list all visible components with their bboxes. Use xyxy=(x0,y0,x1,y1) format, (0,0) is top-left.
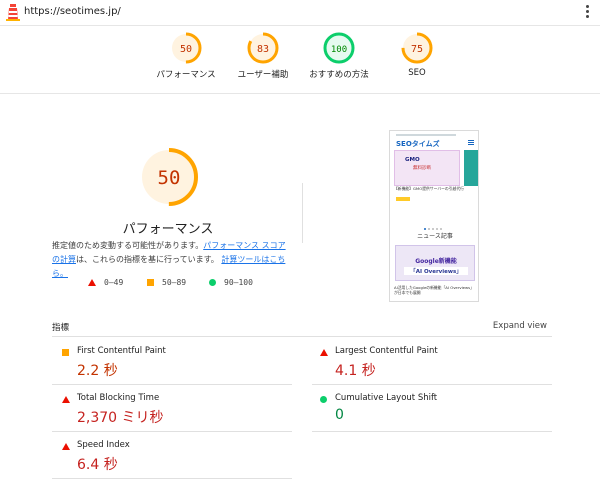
page-screenshot[interactable]: SEOタイムズ GMO 無料診断 【新機能】GMO提供サーバーの引越代行 ニュー… xyxy=(389,130,479,302)
divider xyxy=(52,431,292,432)
thumb-article-image: Google新機能 「AI Overviews」 xyxy=(395,245,475,281)
metric-value: 2,370 ミリ秒 xyxy=(77,410,164,426)
circle-icon xyxy=(209,279,216,286)
thumb-caption: 【新機能】GMO提供サーバーの引越代行 xyxy=(394,186,464,191)
top-bar: https://seotimes.jp/ xyxy=(0,0,600,26)
legend-fail: 0–49 xyxy=(88,278,123,287)
thumb-line xyxy=(396,134,456,136)
more-vert-icon[interactable] xyxy=(586,5,590,19)
divider xyxy=(52,384,292,385)
square-icon xyxy=(62,349,69,356)
metric-name: Cumulative Layout Shift xyxy=(335,393,438,403)
desc-text: 推定値のため変動する可能性があります。 xyxy=(52,241,204,250)
thumb-banner-main: GMO xyxy=(405,157,420,163)
thumb-image-sub: 「AI Overviews」 xyxy=(404,267,468,275)
triangle-icon xyxy=(88,279,96,286)
score-gauge: 75 xyxy=(401,32,433,64)
gauge-score: 50 xyxy=(180,44,192,55)
metric-value: 0 xyxy=(335,407,344,423)
legend-range: 0–49 xyxy=(104,278,124,287)
gauge-score: 50 xyxy=(158,167,181,189)
desc-text: は、これらの指標を基に行っています。 xyxy=(76,255,219,264)
gauge-score: 75 xyxy=(411,44,423,55)
thumb-banner: GMO 無料診断 xyxy=(394,150,460,186)
triangle-icon xyxy=(62,443,70,450)
score-gauge: 100 xyxy=(323,32,355,64)
gauge-best-practices[interactable]: 100 おすすめの方法 xyxy=(294,31,384,80)
divider xyxy=(302,183,303,243)
gauge-label: おすすめの方法 xyxy=(309,70,369,80)
thumb-tag xyxy=(396,197,410,201)
thumb-image-main: Google新機能 xyxy=(415,258,457,265)
legend-range: 90–100 xyxy=(224,278,253,287)
performance-title: パフォーマンス xyxy=(122,222,214,237)
thumb-side xyxy=(464,150,478,186)
hamburger-icon xyxy=(468,140,474,146)
metric-name: Speed Index xyxy=(77,440,130,450)
legend-pass: 90–100 xyxy=(209,278,253,287)
divider xyxy=(52,336,552,337)
triangle-icon xyxy=(320,349,328,356)
metrics-heading: 指標 xyxy=(52,323,70,333)
gauge-score: 83 xyxy=(257,44,269,55)
lighthouse-icon xyxy=(6,4,20,21)
divider xyxy=(312,384,552,385)
thumb-banner-sub: 無料診断 xyxy=(413,166,431,171)
legend-average: 50–89 xyxy=(147,278,186,287)
metric-name: Largest Contentful Paint xyxy=(335,346,438,356)
metric-value: 4.1 秒 xyxy=(335,363,376,379)
expand-view-toggle[interactable]: Expand view xyxy=(493,321,547,331)
score-summary: 50 パフォーマンス 83 ユーザー補助 100 おすすめの方法 75 SEO xyxy=(0,26,600,94)
page-url: https://seotimes.jp/ xyxy=(24,6,121,17)
performance-description: 推定値のため変動する可能性があります。パフォーマンス スコアの計算は、これらの指… xyxy=(52,239,288,281)
metric-name: First Contentful Paint xyxy=(77,346,166,356)
square-icon xyxy=(147,279,154,286)
gauge-seo[interactable]: 75 SEO xyxy=(372,31,462,78)
performance-gauge: 50 xyxy=(140,148,198,206)
metric-value: 2.2 秒 xyxy=(77,363,118,379)
divider xyxy=(312,431,552,432)
thumb-section-title: ニュース記事 xyxy=(417,233,453,240)
triangle-icon xyxy=(62,396,70,403)
score-gauge: 50 xyxy=(170,32,202,64)
thumb-brand: SEOタイムズ xyxy=(396,140,440,148)
thumb-caption: AI活用したGoogleの新機能「AI Overviews」が日本でも展開 xyxy=(394,285,474,295)
metric-value: 6.4 秒 xyxy=(77,457,118,473)
gauge-score: 100 xyxy=(331,45,347,55)
metric-name: Total Blocking Time xyxy=(77,393,160,403)
score-gauge: 83 xyxy=(247,32,279,64)
circle-icon xyxy=(320,396,327,403)
divider xyxy=(52,478,292,479)
gauge-label: SEO xyxy=(408,68,426,78)
legend-range: 50–89 xyxy=(162,278,187,287)
